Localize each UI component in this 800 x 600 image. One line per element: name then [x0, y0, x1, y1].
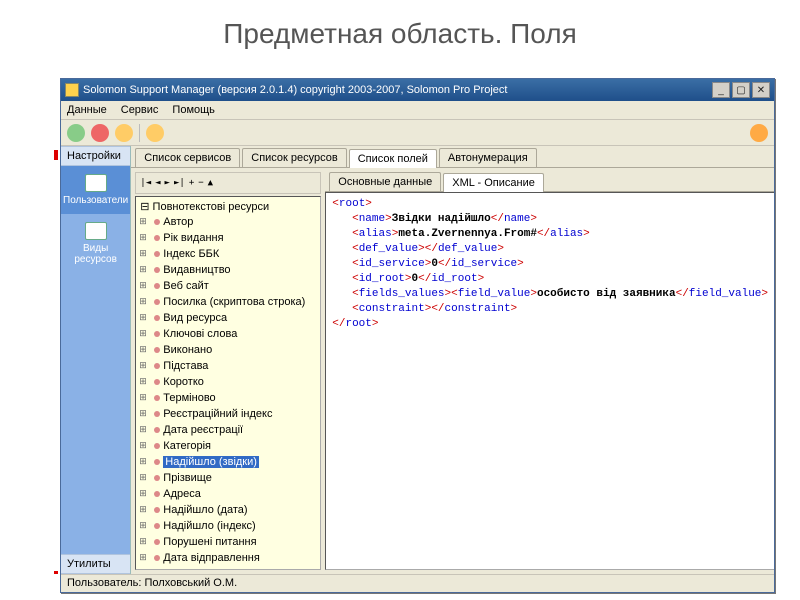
- toolbar-icon-right[interactable]: [750, 124, 768, 142]
- menu-service[interactable]: Сервис: [121, 104, 159, 116]
- menu-help[interactable]: Помощь: [172, 104, 215, 116]
- nav-prev[interactable]: ◄: [155, 178, 160, 188]
- tab-Список-полей[interactable]: Список полей: [349, 149, 437, 168]
- menu-data[interactable]: Данные: [67, 104, 107, 116]
- tree-item[interactable]: Резолюція: [136, 566, 320, 570]
- tab-Автонумерация[interactable]: Автонумерация: [439, 148, 537, 167]
- tree-item[interactable]: Дата відправлення: [136, 550, 320, 566]
- tree-item[interactable]: Вид ресурса: [136, 310, 320, 326]
- statusbar: Пользователь: Полховський О.М.: [61, 574, 774, 592]
- nav-item-label: Пользователи: [63, 195, 128, 206]
- tree-item[interactable]: Адреса: [136, 486, 320, 502]
- nav-section-settings[interactable]: Настройки: [61, 146, 130, 166]
- nav-item-users[interactable]: Пользователи: [61, 166, 130, 214]
- tree-item[interactable]: Індекс ББК: [136, 246, 320, 262]
- toolbar: [61, 120, 774, 146]
- tree-item[interactable]: Категорія: [136, 438, 320, 454]
- xml-editor[interactable]: <root> <name>Звідки надійшло</name> <ali…: [325, 192, 774, 570]
- app-icon: [65, 83, 79, 97]
- tree-item[interactable]: Надійшло (дата): [136, 502, 320, 518]
- nav-del[interactable]: −: [198, 178, 203, 188]
- tree-item[interactable]: Надійшло (звідки): [136, 454, 320, 470]
- tree-item[interactable]: Видавництво: [136, 262, 320, 278]
- maximize-button[interactable]: ▢: [732, 82, 750, 98]
- tree-item[interactable]: Реєстраційний індекс: [136, 406, 320, 422]
- tab-Список-сервисов[interactable]: Список сервисов: [135, 148, 240, 167]
- tree-item[interactable]: Надійшло (індекс): [136, 518, 320, 534]
- tree-item[interactable]: Порушені питання: [136, 534, 320, 550]
- nav-item-resource-types[interactable]: Виды ресурсов: [61, 214, 130, 273]
- nav-section-utils[interactable]: Утилиты: [61, 554, 130, 574]
- users-icon: [85, 174, 107, 192]
- menubar: Данные Сервис Помощь: [61, 101, 774, 120]
- tree-item[interactable]: Посилка (скриптова строка): [136, 294, 320, 310]
- left-navigation: Настройки Пользователи Виды ресурсов Ути…: [61, 146, 131, 574]
- tree-item[interactable]: Ключові слова: [136, 326, 320, 342]
- nav-last[interactable]: ►|: [174, 178, 185, 188]
- subtab-XML---Описание[interactable]: XML - Описание: [443, 173, 544, 192]
- app-window: Solomon Support Manager (версия 2.0.1.4)…: [60, 78, 775, 593]
- nav-next[interactable]: ►: [165, 178, 170, 188]
- tree-item[interactable]: Дата реєстрації: [136, 422, 320, 438]
- detail-tabs: Основные данныеXML - Описание: [325, 172, 774, 192]
- tree-item[interactable]: Виконано: [136, 342, 320, 358]
- tree-item[interactable]: Веб сайт: [136, 278, 320, 294]
- tree-root[interactable]: ⊟ Повнотекстові ресурси: [136, 199, 320, 214]
- toolbar-icon-4[interactable]: [146, 124, 164, 142]
- nav-first[interactable]: |◄: [140, 178, 151, 188]
- toolbar-separator: [139, 124, 140, 142]
- minimize-button[interactable]: _: [712, 82, 730, 98]
- titlebar[interactable]: Solomon Support Manager (версия 2.0.1.4)…: [61, 79, 774, 101]
- nav-add[interactable]: +: [189, 178, 194, 188]
- tree-item[interactable]: Рік видання: [136, 230, 320, 246]
- tab-Список-ресурсов[interactable]: Список ресурсов: [242, 148, 346, 167]
- slide-title: Предметная область. Поля: [0, 0, 800, 60]
- accent-mark: [54, 150, 58, 160]
- nav-edit[interactable]: ▲: [208, 178, 213, 188]
- close-button[interactable]: ✕: [752, 82, 770, 98]
- toolbar-icon-1[interactable]: [67, 124, 85, 142]
- subtab-Основные-данные[interactable]: Основные данные: [329, 172, 441, 191]
- field-tree[interactable]: ⊟ Повнотекстові ресурсиАвторРік виданняІ…: [135, 196, 321, 570]
- tree-item[interactable]: Прізвище: [136, 470, 320, 486]
- toolbar-icon-2[interactable]: [91, 124, 109, 142]
- tree-item[interactable]: Автор: [136, 214, 320, 230]
- tree-item[interactable]: Терміново: [136, 390, 320, 406]
- main-tabs: Список сервисовСписок ресурсовСписок пол…: [131, 146, 774, 168]
- tree-item[interactable]: Коротко: [136, 374, 320, 390]
- nav-item-label: Виды ресурсов: [74, 243, 117, 265]
- accent-mark: [54, 571, 58, 574]
- grid-icon: [85, 222, 107, 240]
- window-title: Solomon Support Manager (версия 2.0.1.4)…: [83, 84, 710, 96]
- record-navigator: |◄ ◄ ► ►| + − ▲: [135, 172, 321, 194]
- tree-item[interactable]: Підстава: [136, 358, 320, 374]
- toolbar-icon-3[interactable]: [115, 124, 133, 142]
